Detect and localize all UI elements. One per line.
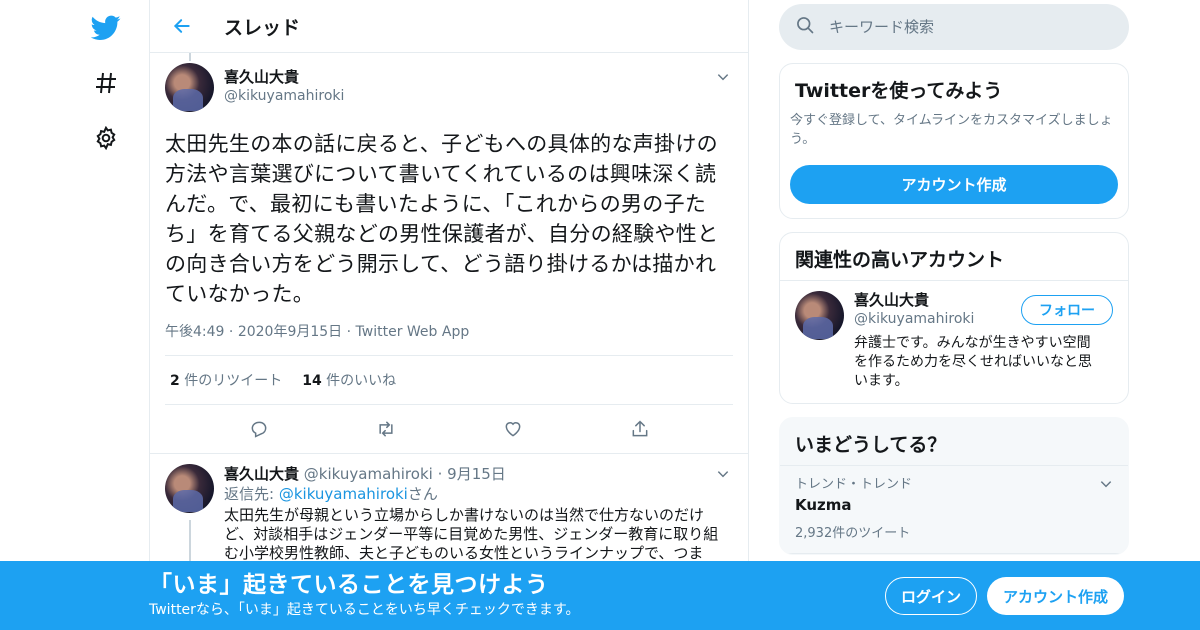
meta-separator: · (346, 324, 356, 340)
login-button[interactable]: ログイン (885, 577, 977, 615)
tweet-source[interactable]: Twitter Web App (356, 324, 470, 340)
thread-header: スレッド (150, 0, 748, 53)
reply-icon[interactable] (242, 412, 276, 446)
signup-description: 今すぐ登録して、タイムラインをカスタマイズしましょう。 (790, 113, 1113, 147)
reply-to: 返信先: @kikuyamahirokiさん (224, 484, 733, 504)
tweet-stats: 2 件のリツイート 14 件のいいね (165, 356, 733, 405)
related-accounts-card: 関連性の高いアカウント 喜久山大貴 @kikuyamahiroki 弁護士です。… (779, 232, 1129, 404)
page-title: スレッド (224, 16, 301, 39)
reply-to-suffix: さん (407, 485, 438, 503)
reply-body: 喜久山大貴 @kikuyamahiroki · 9月15日 返信先: @kiku… (224, 464, 733, 563)
banner-subtitle: Twitterなら、「いま」起きていることをいち早くチェックできます。 (149, 602, 580, 618)
author-handle[interactable]: @kikuyamahiroki (304, 465, 433, 483)
trend-category: トレンド・トレンド (795, 477, 913, 492)
reply-header: 喜久山大貴 @kikuyamahiroki · 9月15日 (224, 464, 733, 484)
avatar[interactable] (795, 291, 844, 340)
follow-button[interactable]: フォロー (1021, 295, 1113, 325)
related-bio: 弁護士です。みんなが生きやすい空間を作るため力を尽くせればいいなと思います。 (854, 335, 1092, 389)
retweet-icon[interactable] (369, 412, 403, 446)
like-count: 14 (302, 373, 322, 389)
create-account-button[interactable]: アカウント作成 (790, 165, 1118, 204)
like-label: 件のいいね (326, 373, 397, 389)
trend-item[interactable]: トレンド・トレンド Kuzma 2,932件のツイート (780, 466, 1128, 554)
tweet-text: 太田先生の本の話に戻ると、子どもへの具体的な声掛けの方法や言葉選びについて書いて… (165, 132, 719, 306)
author-names: 喜久山大貴 @kikuyamahiroki (224, 67, 344, 105)
trends-card: いまどうしてる？ トレンド・トレンド Kuzma 2,932件のツイート (779, 417, 1129, 555)
gear-icon[interactable] (86, 118, 126, 158)
thread-line (189, 53, 191, 61)
avatar[interactable] (165, 464, 214, 513)
search-icon (795, 15, 815, 39)
back-arrow-icon[interactable] (168, 12, 196, 40)
right-sidebar: Twitterを使ってみよう 今すぐ登録して、タイムラインをカスタマイズしましょ… (779, 4, 1129, 555)
search-input[interactable] (829, 18, 1079, 36)
reply-to-link[interactable]: @kikuyamahiroki (279, 485, 408, 503)
retweet-stat[interactable]: 2 件のリツイート (170, 370, 282, 390)
twitter-logo-icon[interactable] (86, 8, 126, 48)
author-name[interactable]: 喜久山大貴 (224, 465, 299, 483)
reply-date[interactable]: 9月15日 (447, 465, 506, 483)
hashtag-icon[interactable] (86, 63, 126, 103)
retweet-label: 件のリツイート (184, 373, 283, 389)
chevron-down-icon[interactable] (1099, 476, 1113, 495)
signup-banner: 「いま」起きていることを見つけよう Twitterなら、「いま」起きていることを… (0, 561, 1200, 630)
share-icon[interactable] (623, 412, 657, 446)
like-stat[interactable]: 14 件のいいね (302, 370, 396, 390)
main-column: スレッド 喜久山大貴 @kikuyamahiroki 太田先生の本の話に戻ると、… (149, 0, 749, 630)
reply-tweet[interactable]: 喜久山大貴 @kikuyamahiroki · 9月15日 返信先: @kiku… (150, 453, 748, 580)
page: スレッド 喜久山大貴 @kikuyamahiroki 太田先生の本の話に戻ると、… (0, 0, 1200, 630)
meta-separator: · (228, 324, 238, 340)
author-name[interactable]: 喜久山大貴 (224, 67, 344, 87)
tweet-actions (165, 405, 733, 453)
banner-title: 「いま」起きていることを見つけよう (149, 572, 549, 598)
related-account[interactable]: 喜久山大貴 @kikuyamahiroki 弁護士です。みんなが生きやすい空間を… (780, 281, 1128, 403)
chevron-down-icon[interactable] (713, 464, 733, 484)
trends-title: いまどうしてる？ (780, 418, 1128, 466)
signup-title: Twitterを使ってみよう (795, 80, 1003, 102)
avatar[interactable] (165, 63, 214, 112)
left-nav (86, 8, 126, 173)
focused-tweet: 喜久山大貴 @kikuyamahiroki 太田先生の本の話に戻ると、子どもへの… (150, 53, 748, 453)
meta-separator: · (437, 465, 443, 483)
author-handle[interactable]: @kikuyamahiroki (224, 87, 344, 105)
tweet-meta: 午後4:49 · 2020年9月15日 · Twitter Web App (165, 321, 733, 356)
tweet-author-row: 喜久山大貴 @kikuyamahiroki (165, 63, 733, 117)
related-title: 関連性の高いアカウント (780, 233, 1128, 281)
retweet-count: 2 (170, 373, 180, 389)
chevron-down-icon[interactable] (713, 67, 733, 87)
reply-to-label: 返信先: (224, 485, 275, 503)
tweet-time[interactable]: 午後4:49 (165, 324, 224, 340)
reply-text: 太田先生が母親という立場からしか書けないのは当然で仕方ないのだけど、対談相手はジ… (224, 506, 719, 562)
signup-button[interactable]: アカウント作成 (987, 577, 1124, 615)
banner-text: 「いま」起きていることを見つけよう Twitterなら、「いま」起きていることを… (149, 570, 580, 620)
trend-name: Kuzma (795, 496, 852, 514)
tweet-date[interactable]: 2020年9月15日 (238, 324, 342, 340)
signup-card: Twitterを使ってみよう 今すぐ登録して、タイムラインをカスタマイズしましょ… (779, 63, 1129, 219)
trend-count: 2,932件のツイート (795, 526, 911, 541)
search-box[interactable] (779, 4, 1129, 50)
heart-icon[interactable] (496, 412, 530, 446)
